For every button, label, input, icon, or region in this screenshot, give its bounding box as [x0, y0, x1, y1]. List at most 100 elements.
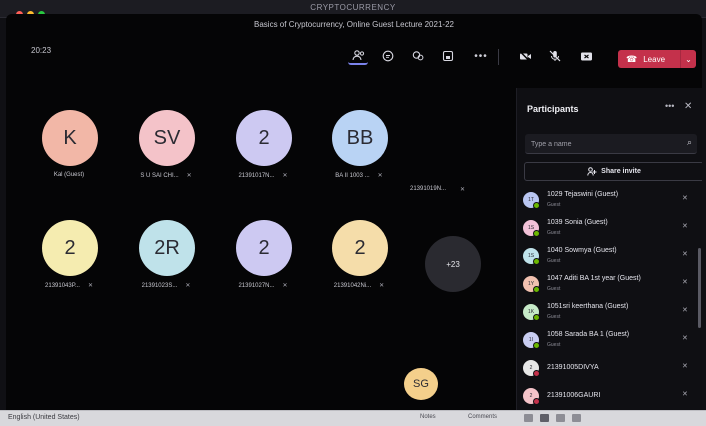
presence-status-icon [533, 314, 540, 321]
participant-tile[interactable]: 2 21391017N... ✕ [217, 110, 309, 196]
mic-off-icon[interactable]: ✕ [682, 194, 688, 202]
participant-name: BA II 1003 ... [335, 172, 370, 179]
camera-off-button[interactable] [515, 47, 535, 65]
participant-tile-name: 21391043P... ✕ [23, 282, 115, 290]
participant-tile[interactable]: 2 21391027N... ✕ [217, 220, 309, 306]
more-actions-button[interactable]: ••• [471, 47, 491, 65]
mic-off-icon: ✕ [282, 283, 288, 289]
presence-status-icon [533, 398, 540, 405]
mic-off-icon[interactable]: ✕ [682, 362, 688, 370]
chat-button[interactable] [378, 47, 398, 65]
more-options-icon[interactable]: ••• [665, 101, 674, 111]
presence-status-icon [533, 286, 540, 293]
participant-name: 21391027N... [238, 282, 275, 289]
participant-list-item[interactable]: 1I 1058 Sarada BA 1 (Guest) Guest ✕ [523, 328, 699, 356]
mic-off-icon[interactable]: ✕ [682, 390, 688, 398]
panel-title: Participants [527, 104, 579, 114]
participants-button[interactable] [348, 47, 368, 65]
notes-button[interactable]: Notes [420, 414, 436, 420]
participant-tile-name: S U SAI CHI... ✕ [120, 172, 212, 180]
camera-off-icon [518, 50, 531, 62]
mic-off-icon[interactable]: ✕ [682, 222, 688, 230]
leave-button[interactable]: ☎ Leave ⌄ [618, 50, 696, 68]
comments-button[interactable]: Comments [468, 414, 497, 420]
chevron-down-icon[interactable]: ⌄ [680, 50, 696, 68]
participant-name: 21391006GAURI [547, 392, 601, 399]
mic-off-icon[interactable]: ✕ [682, 250, 688, 258]
participant-name: S U SAI CHI... [140, 172, 179, 179]
participant-role: Guest [547, 342, 561, 348]
self-avatar[interactable]: SG [404, 368, 438, 400]
participant-tile-name: 21391023S... ✕ [120, 282, 212, 290]
presence-status-icon [533, 370, 540, 377]
mic-off-icon[interactable]: ✕ [682, 334, 688, 342]
mic-off-icon[interactable]: ✕ [682, 278, 688, 286]
slide-sorter-icon[interactable] [540, 414, 549, 422]
presence-status-icon [533, 258, 540, 265]
panel-scrollbar[interactable] [698, 248, 701, 328]
participant-list-item[interactable]: 1S 1039 Sonia (Guest) Guest ✕ [523, 216, 699, 244]
os-status-bar: English (United States) Notes Comments [0, 410, 706, 426]
participant-list-item[interactable]: 1K 1051sri keerthana (Guest) Guest ✕ [523, 300, 699, 328]
participant-avatar: 2 [236, 110, 292, 166]
participant-list-item[interactable]: 1T 1029 Tejaswini (Guest) Guest ✕ [523, 188, 699, 216]
participant-avatar: 2 [42, 220, 98, 276]
participant-name: 1029 Tejaswini (Guest) [547, 191, 619, 198]
participant-avatar: 2 [236, 220, 292, 276]
reactions-button[interactable] [408, 47, 428, 65]
participant-tile[interactable]: SV S U SAI CHI... ✕ [120, 110, 212, 196]
toolbar-divider [498, 49, 499, 65]
share-invite-button[interactable]: Share invite [524, 162, 702, 181]
share-content-button[interactable] [576, 47, 596, 65]
participant-avatar: 2R [139, 220, 195, 276]
participant-name: 21391017N... [238, 172, 275, 179]
participant-tile[interactable]: BB BA II 1003 ... ✕ [313, 110, 405, 196]
participant-name: 21391043P... [45, 282, 80, 289]
more-participants-button[interactable]: +23 [425, 236, 481, 292]
participant-list-item[interactable]: 1S 1040 Sowmya (Guest) Guest ✕ [523, 244, 699, 272]
reading-view-icon[interactable] [556, 414, 565, 422]
search-icon[interactable]: ⌕ [687, 137, 692, 148]
presence-status-icon [533, 230, 540, 237]
participant-tile-name: 21391019N... ✕ [410, 186, 466, 193]
participant-name: 1040 Sowmya (Guest) [547, 247, 617, 254]
participant-name: 1051sri keerthana (Guest) [547, 303, 629, 310]
language-indicator[interactable]: English (United States) [8, 414, 80, 421]
normal-view-icon[interactable] [524, 414, 533, 422]
mic-off-icon[interactable]: ✕ [682, 306, 688, 314]
presence-status-icon [533, 342, 540, 349]
participant-name: 21391042Ni... [333, 282, 372, 289]
participant-name: 1047 Aditi BA 1st year (Guest) [547, 275, 641, 282]
hang-up-icon: ☎ [626, 53, 638, 64]
participant-tile-name: 21391027N... ✕ [217, 282, 309, 290]
meeting-title: Basics of Cryptocurrency, Online Guest L… [254, 20, 454, 29]
participant-name: 21391005DIVYA [547, 364, 599, 371]
participant-tile[interactable]: 2 21391043P... ✕ [23, 220, 115, 306]
mic-off-icon: ✕ [379, 283, 385, 289]
close-icon[interactable]: ✕ [684, 101, 692, 112]
search-input[interactable] [531, 138, 671, 150]
participant-role: Guest [547, 202, 561, 208]
mic-off-button[interactable] [545, 47, 565, 65]
participant-list-item[interactable]: 2 21391005DIVYA ✕ [523, 356, 699, 384]
rooms-button[interactable] [438, 47, 458, 65]
presence-status-icon [533, 202, 540, 209]
slideshow-icon[interactable] [572, 414, 581, 422]
participant-tile[interactable]: K Kal (Guest) [23, 110, 115, 196]
participant-tile[interactable]: 2 21391042Ni... ✕ [313, 220, 405, 306]
participant-avatar: SV [139, 110, 195, 166]
share-invite-label: Share invite [601, 168, 641, 175]
teams-meeting-window: Basics of Cryptocurrency, Online Guest L… [6, 14, 702, 414]
participant-name: 1039 Sonia (Guest) [547, 219, 608, 226]
participant-search: ⌕ [525, 134, 697, 154]
leave-label: Leave [643, 54, 666, 64]
participant-role: Guest [547, 230, 561, 236]
participant-list-item[interactable]: 1Y 1047 Aditi BA 1st year (Guest) Guest ✕ [523, 272, 699, 300]
participant-name: 21391023S... [141, 282, 178, 289]
share-invite-icon [587, 167, 597, 176]
participant-list-item[interactable]: 2 21391006GAURI ✕ [523, 384, 699, 412]
participant-tile[interactable]: 2R 21391023S... ✕ [120, 220, 212, 306]
share-screen-icon [580, 52, 592, 60]
mic-off-icon [549, 50, 561, 62]
participant-tile-name: 21391017N... ✕ [217, 172, 309, 180]
